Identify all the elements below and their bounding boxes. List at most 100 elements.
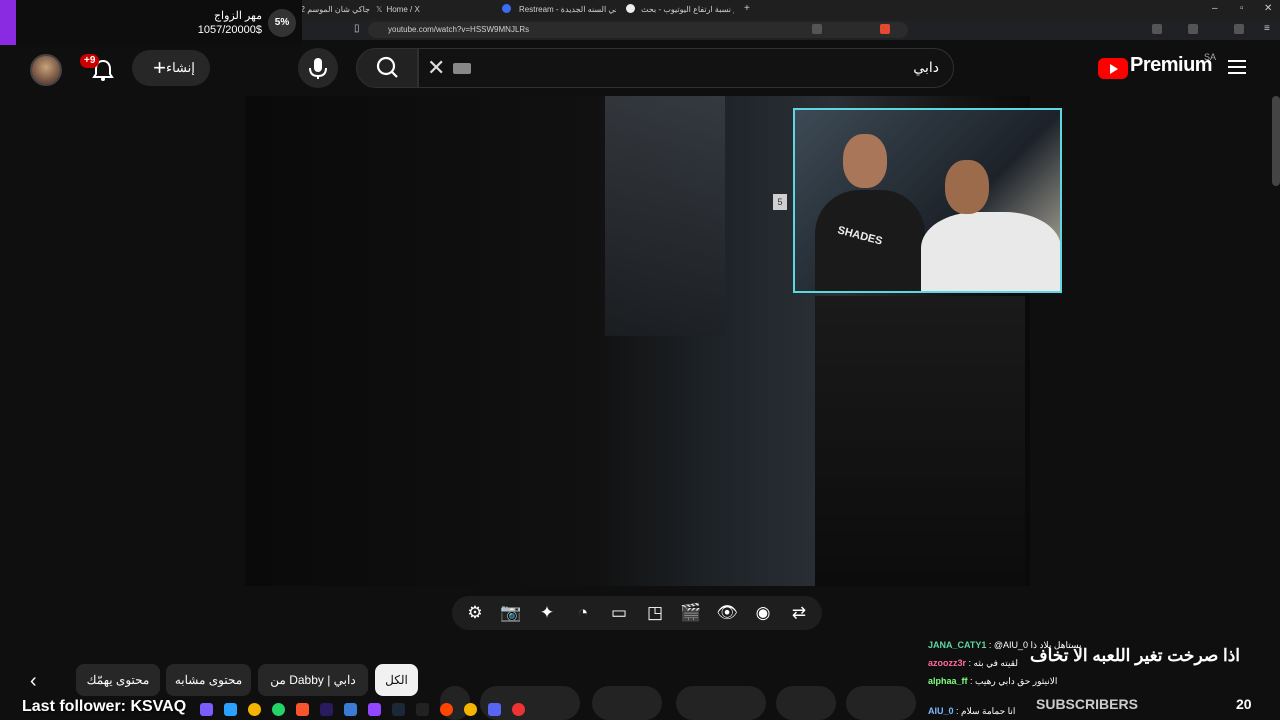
clear-search-icon[interactable]: ✕	[427, 55, 445, 81]
highlight-chat-message: اذا صرخت تغير اللعبه الا تخاف	[1030, 646, 1240, 665]
preview-icon[interactable]: 👁	[716, 602, 738, 624]
chip-label: من Dabby | دابي	[270, 673, 356, 687]
chat-text: : انا حمامة سلام	[956, 706, 1016, 716]
brave-icon[interactable]	[296, 703, 309, 716]
game-wall	[605, 96, 725, 336]
share-button[interactable]	[676, 686, 766, 720]
browser-tab[interactable]: 𝕏 Home / X	[376, 2, 486, 18]
url-field[interactable]: youtube.com/watch?v=HSSW9MNJLRs	[368, 22, 908, 38]
clip-icon[interactable]: 🎬	[680, 602, 702, 624]
chat-message: azoozz3r : لقيته في بثه	[928, 656, 1018, 670]
streamer-left: SHADES	[815, 130, 925, 291]
chat-user: AIU_0	[928, 706, 954, 716]
url-text: youtube.com/watch?v=HSSW9MNJLRs	[388, 25, 530, 34]
goal-accent-bar	[0, 0, 16, 45]
goal-title: مهر الزواج	[213, 10, 262, 22]
last-follower-label: Last follower: KSVAQ	[22, 698, 187, 715]
game-sign: 5	[773, 194, 787, 210]
tab-label: جاكي شان الموسم 2 الحلقة	[300, 5, 370, 14]
browser-tab[interactable]: جاكي شان الموسم 2 الحلقة	[300, 2, 370, 18]
create-button[interactable]: +إنشاء	[132, 50, 210, 86]
screenshot-icon[interactable]: 📷	[500, 602, 522, 624]
tab-label: Home / X	[386, 5, 420, 14]
steam-icon[interactable]	[392, 703, 405, 716]
like-button[interactable]	[846, 686, 916, 720]
youtube-play-icon	[1098, 58, 1128, 79]
chip-label: محتوى يهمّك	[86, 673, 150, 687]
new-tab-icon[interactable]: +	[744, 3, 750, 14]
game-doorway	[815, 296, 1025, 586]
chat-text: : الانيثور حق دابي رهيب	[970, 676, 1058, 686]
notification-badge: +9	[80, 54, 100, 68]
tab-label: Restream - اول بث في السنه الجديدة	[519, 5, 616, 14]
page-scrollbar[interactable]	[1272, 96, 1280, 186]
chip-label: الكل	[385, 673, 408, 687]
goal-percent: 5%	[268, 9, 296, 37]
app-icon[interactable]	[512, 703, 525, 716]
theater-icon[interactable]: ▭	[608, 602, 630, 624]
close-window-icon[interactable]: ✕	[1264, 3, 1272, 14]
logo-text: Premium	[1130, 54, 1213, 76]
discord-icon[interactable]	[488, 703, 501, 716]
streamer-right	[915, 150, 1060, 291]
microphone-icon	[309, 58, 327, 79]
donation-goal-widget: مهر الزواج 1057/20000$ 5%	[0, 0, 302, 45]
voice-search-button[interactable]	[298, 48, 338, 88]
pip-icon[interactable]: ◳	[644, 602, 666, 624]
maximize-icon[interactable]: ▫	[1240, 3, 1244, 14]
premiere-icon[interactable]	[320, 703, 333, 716]
browser-tab[interactable]: كم نسبة ارتفاع اليوتيوب - بحث Google	[622, 2, 734, 18]
chevron-left-icon[interactable]: ‹	[30, 670, 37, 693]
browser-menu-icon[interactable]: ≡	[1264, 23, 1270, 34]
screen: جاكي شان الموسم 2 الحلقة 𝕏Home / X Restr…	[0, 0, 1280, 720]
chat-user: azoozz3r	[928, 658, 967, 668]
chrome-icon[interactable]	[464, 703, 477, 716]
live-icon[interactable]: ◉	[752, 602, 774, 624]
chat-user: JANA_CATY1	[928, 640, 987, 650]
folder-icon[interactable]	[344, 703, 357, 716]
chip-from-channel[interactable]: من Dabby | دابي	[258, 664, 368, 696]
plus-icon: +	[153, 55, 166, 80]
whatsapp-icon[interactable]	[272, 703, 285, 716]
settings-icon[interactable]: ⚙	[464, 602, 486, 624]
search-input[interactable]	[639, 57, 939, 79]
app-icon[interactable]	[200, 703, 213, 716]
extension-icon[interactable]	[1152, 24, 1162, 34]
extension-icon[interactable]	[1188, 24, 1198, 34]
create-label: إنشاء	[165, 60, 195, 75]
chip-related[interactable]: محتوى مشابه	[166, 664, 251, 696]
app-icon[interactable]	[224, 703, 237, 716]
hamburger-menu-icon[interactable]	[1228, 60, 1246, 74]
app-icon[interactable]	[440, 703, 453, 716]
save-button[interactable]	[592, 686, 662, 720]
speed-icon[interactable]: ◔	[572, 602, 594, 624]
ai-enhance-icon[interactable]: ✦	[536, 602, 558, 624]
loop-icon[interactable]: ⇄	[788, 602, 810, 624]
restream-icon	[502, 4, 511, 13]
avatar[interactable]	[30, 54, 62, 86]
subscribers-count: 20	[1236, 696, 1252, 712]
brave-shield-icon[interactable]	[880, 24, 890, 34]
region-code: SA	[1204, 52, 1217, 62]
dislike-button[interactable]	[776, 686, 836, 720]
browser-tab[interactable]: Restream - اول بث في السنه الجديدة	[498, 2, 616, 18]
search-box: ✕	[418, 48, 954, 88]
subscribers-label: SUBSCRIBERS	[1036, 696, 1138, 712]
search-button[interactable]	[356, 48, 418, 88]
keyboard-icon[interactable]	[453, 63, 471, 74]
wallet-icon[interactable]	[1234, 24, 1244, 34]
twitch-icon[interactable]	[368, 703, 381, 716]
chip-all[interactable]: الكل	[375, 664, 418, 696]
minimize-icon[interactable]: –	[1212, 3, 1218, 14]
translate-icon[interactable]	[812, 24, 822, 34]
chat-message: AIU_0 : انا حمامة سلام	[928, 704, 1015, 718]
chat-message: alphaa_ff : الانيثور حق دابي رهيب	[928, 674, 1057, 688]
chip-recommended[interactable]: محتوى يهمّك	[76, 664, 160, 696]
goal-amount: 1057/20000$	[197, 24, 262, 36]
chip-label: محتوى مشابه	[174, 673, 243, 687]
obs-icon[interactable]	[416, 703, 429, 716]
bookmark-icon[interactable]: ▯	[354, 23, 360, 34]
player-extension-toolbar: ⚙ 📷 ✦ ◔ ▭ ◳ 🎬 👁 ◉ ⇄	[452, 596, 822, 630]
chrome-icon[interactable]	[248, 703, 261, 716]
tab-label: كم نسبة ارتفاع اليوتيوب - بحث Google	[641, 5, 734, 14]
